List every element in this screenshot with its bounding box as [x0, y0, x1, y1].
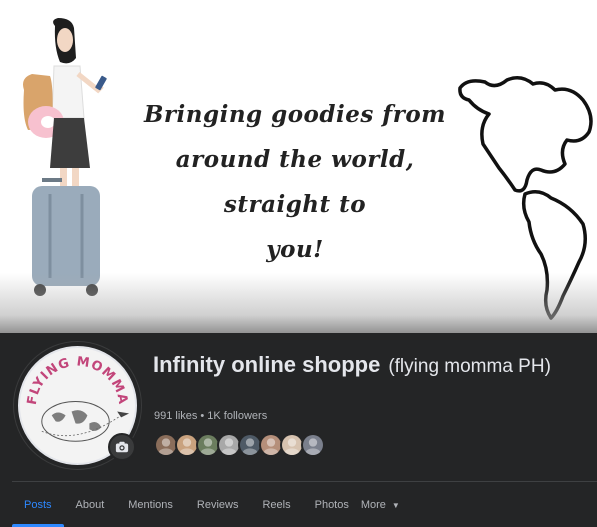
cover-tagline: Bringing goodies from around the world, … [130, 92, 460, 272]
tagline-line-1: Bringing goodies from [143, 101, 446, 128]
tab-label: About [75, 499, 105, 511]
chevron-down-icon: ▼ [391, 500, 400, 510]
friend-avatar[interactable] [301, 433, 325, 457]
camera-button[interactable] [108, 433, 136, 461]
cover-photo[interactable]: Bringing goodies from around the world, … [0, 0, 597, 333]
tab-label: More [360, 499, 386, 511]
camera-icon [115, 441, 129, 453]
page-name: Infinity online shoppe [153, 352, 381, 377]
page-stats: 991 likes • 1K followers [154, 410, 267, 422]
tab-reviews[interactable]: Reviews [185, 483, 251, 527]
traveler-illustration [23, 18, 107, 296]
page-tabs: Posts About Mentions Reviews Reels Photo… [12, 483, 412, 527]
tab-label: Posts [24, 499, 52, 511]
tab-label: Reviews [196, 499, 239, 511]
tab-reels[interactable]: Reels [250, 483, 302, 527]
stats-separator: • [200, 410, 205, 422]
friend-avatars [154, 433, 325, 457]
tab-about[interactable]: About [64, 483, 117, 527]
tab-posts[interactable]: Posts [12, 483, 64, 527]
page-title: Infinity online shoppe (flying momma PH) [153, 351, 583, 382]
likes-count[interactable]: 991 likes [154, 410, 197, 422]
tab-label: Reels [262, 499, 291, 511]
tagline-line-2: around the world, straight to [175, 146, 415, 218]
tagline-line-3: you! [266, 236, 324, 263]
cover-gradient [0, 273, 597, 333]
profile-section: FLYING MOMMA Infinity online shoppe (flyi… [0, 333, 597, 527]
followers-count[interactable]: 1K followers [207, 410, 267, 422]
profile-divider [12, 481, 597, 482]
page-alt-name: (flying momma PH) [388, 356, 551, 377]
tab-photos[interactable]: Photos [303, 483, 353, 527]
tab-more[interactable]: More ▼ [353, 483, 412, 527]
tab-label: Mentions [128, 499, 173, 511]
tab-mentions[interactable]: Mentions [116, 483, 185, 527]
tab-label: Photos [314, 499, 349, 511]
